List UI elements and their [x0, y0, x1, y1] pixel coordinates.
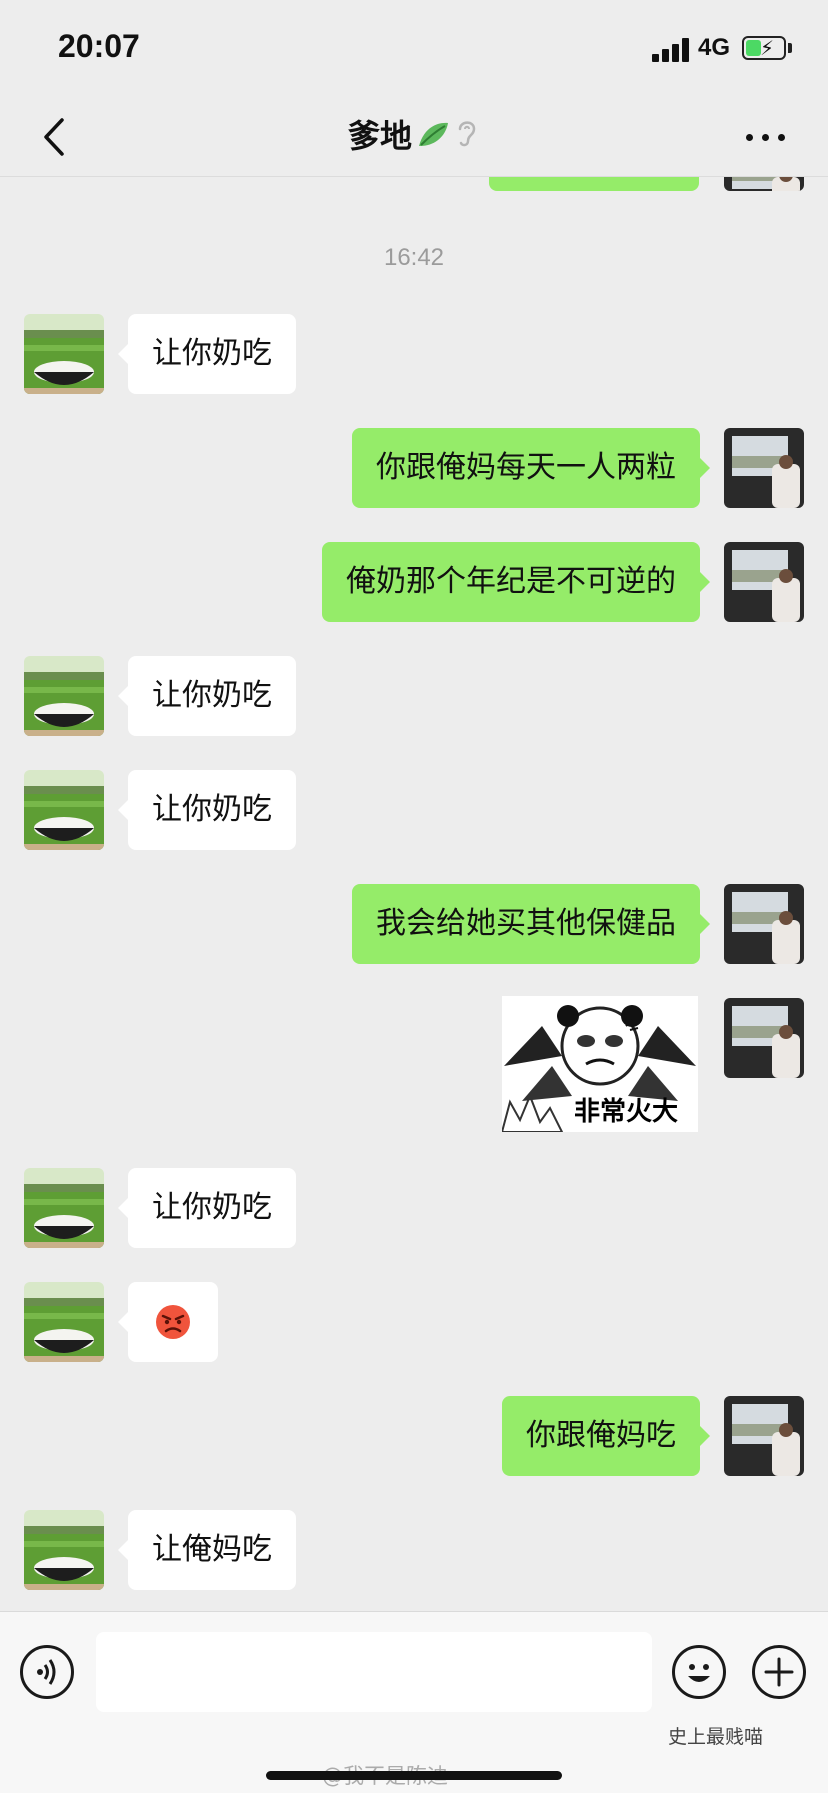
- network-type: 4G: [698, 34, 731, 61]
- leaf-icon: [416, 114, 450, 162]
- chat-header: 爹地: [0, 100, 828, 177]
- message-list[interactable]: 16:42 让你奶吃 你跟俺妈每天一人两粒 俺奶那个年纪是不可逆的 让你奶吃 让…: [0, 177, 828, 1610]
- contact-avatar[interactable]: [24, 656, 104, 736]
- message-bubble-incoming[interactable]: 让你奶吃: [118, 770, 296, 850]
- status-bar: 20:07 4G ⚡: [0, 0, 828, 100]
- sticker-message[interactable]: 非常火大: [502, 996, 698, 1132]
- message-bubble-outgoing[interactable]: 你跟俺妈每天一人两粒: [352, 428, 710, 508]
- my-avatar[interactable]: [724, 177, 804, 191]
- wechat-watermark: 史上最贱喵: [668, 1726, 764, 1748]
- message-bubble-outgoing[interactable]: 你跟俺妈吃: [502, 1396, 710, 1476]
- contact-avatar[interactable]: [24, 770, 104, 850]
- more-icon[interactable]: [744, 122, 788, 152]
- input-bar: 史上最贱喵 @我不是陈迪: [0, 1611, 828, 1793]
- angry-emoji-icon: [156, 1305, 190, 1339]
- battery-tip: [788, 43, 792, 53]
- home-indicator[interactable]: [266, 1771, 562, 1780]
- contact-avatar[interactable]: [24, 1282, 104, 1362]
- message-input[interactable]: [96, 1632, 652, 1712]
- chat-title: 爹地: [0, 112, 828, 162]
- contact-avatar[interactable]: [24, 1168, 104, 1248]
- my-avatar[interactable]: [724, 884, 804, 964]
- emoji-icon[interactable]: [672, 1645, 726, 1699]
- voice-icon[interactable]: [20, 1645, 74, 1699]
- contact-avatar[interactable]: [24, 314, 104, 394]
- timestamp: 16:42: [383, 244, 445, 271]
- message-bubble-incoming[interactable]: 让你奶吃: [118, 314, 296, 394]
- partial-message: [489, 177, 699, 191]
- my-avatar[interactable]: [724, 998, 804, 1078]
- contact-name: 爹地: [347, 117, 412, 155]
- my-avatar[interactable]: [724, 542, 804, 622]
- my-avatar[interactable]: [724, 1396, 804, 1476]
- sticker-caption: 非常火大: [574, 1097, 679, 1127]
- status-time: 20:07: [58, 28, 140, 64]
- message-bubble-incoming[interactable]: [118, 1282, 218, 1362]
- message-bubble-outgoing[interactable]: 俺奶那个年纪是不可逆的: [322, 542, 710, 622]
- ear-icon: [454, 114, 480, 162]
- contact-avatar[interactable]: [24, 1510, 104, 1590]
- message-bubble-incoming[interactable]: 让你奶吃: [118, 656, 296, 736]
- message-bubble-incoming[interactable]: 让你奶吃: [118, 1168, 296, 1248]
- plus-icon[interactable]: [752, 1645, 806, 1699]
- message-bubble-incoming[interactable]: 让俺妈吃: [118, 1510, 296, 1590]
- my-avatar[interactable]: [724, 428, 804, 508]
- battery-icon: ⚡: [742, 36, 786, 60]
- message-bubble-outgoing[interactable]: 我会给她买其他保健品: [352, 884, 710, 964]
- signal-icon: [652, 38, 692, 62]
